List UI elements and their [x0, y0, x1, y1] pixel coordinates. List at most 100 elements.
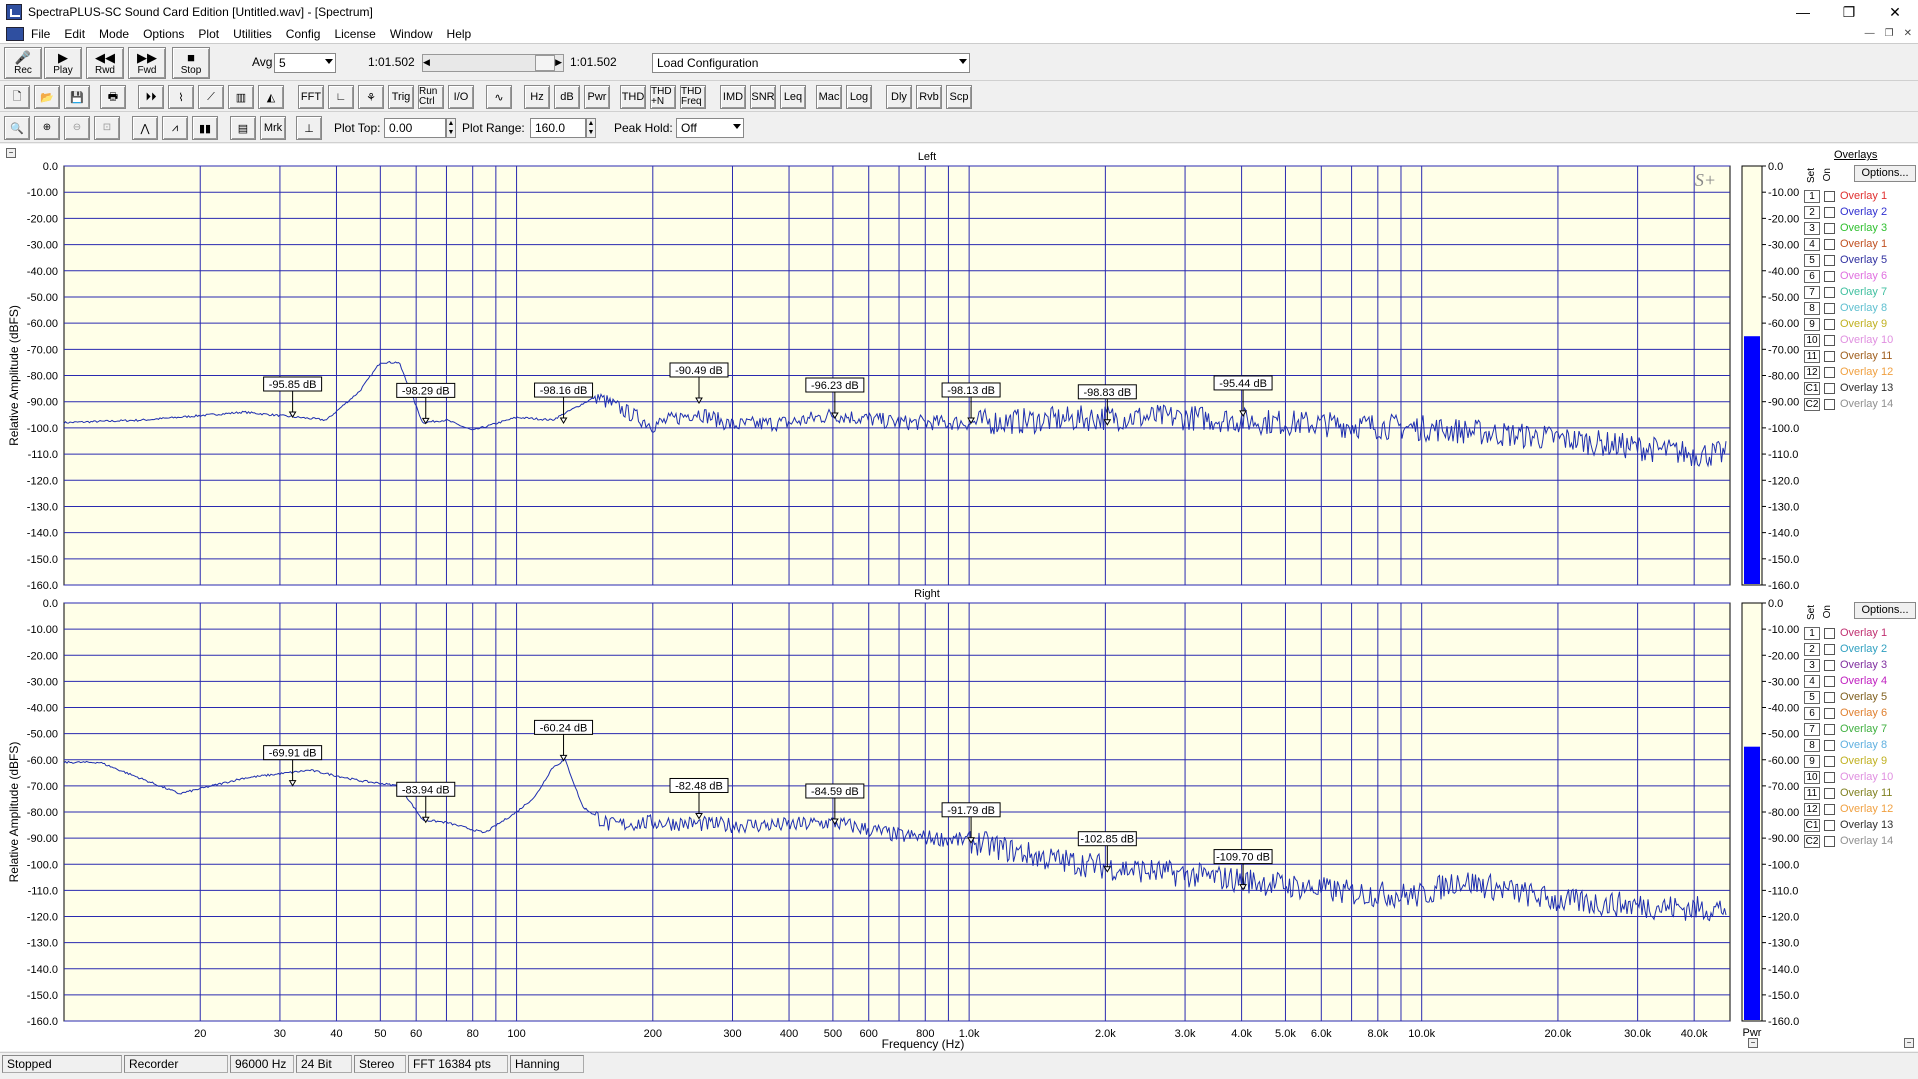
overlay-set-button-9[interactable]: 9 — [1804, 755, 1820, 768]
trig-button[interactable]: Trig — [388, 85, 414, 109]
io-button[interactable]: I/O — [448, 85, 474, 109]
overlay-checkbox[interactable] — [1824, 239, 1835, 250]
overlay-set-button-10[interactable]: 10 — [1804, 771, 1820, 784]
hz-button[interactable]: Hz — [524, 85, 550, 109]
dly-button[interactable]: Dly — [886, 85, 912, 109]
plot-top-input[interactable]: 0.00 — [384, 118, 446, 138]
overlay-checkbox[interactable] — [1824, 724, 1835, 735]
phase-button[interactable]: ⟋ — [198, 85, 224, 109]
overlay-set-button-4[interactable]: 4 — [1804, 675, 1820, 688]
configuration-select[interactable]: Load Configuration — [652, 53, 970, 73]
overlay-set-button-c2[interactable]: C2 — [1804, 398, 1820, 411]
menu-edit[interactable]: Edit — [57, 27, 92, 41]
overlay-set-button-7[interactable]: 7 — [1804, 723, 1820, 736]
menu-help[interactable]: Help — [440, 27, 479, 41]
run-ctrl-button[interactable]: Run Ctrl — [418, 85, 444, 109]
overlay-checkbox[interactable] — [1824, 836, 1835, 847]
open-button[interactable]: 📂 — [34, 85, 60, 109]
cursor-button[interactable]: ⊥ — [296, 116, 322, 140]
overlay-checkbox[interactable] — [1824, 628, 1835, 639]
stop-button[interactable]: ■ Stop — [172, 47, 210, 79]
rwd-button[interactable]: ◀◀ Rwd — [86, 47, 124, 79]
overlay-set-button-7[interactable]: 7 — [1804, 286, 1820, 299]
overlay-checkbox[interactable] — [1824, 271, 1835, 282]
zoom-full-button[interactable]: ⊡ — [94, 116, 120, 140]
menu-options[interactable]: Options — [136, 27, 191, 41]
overlay-checkbox[interactable] — [1824, 303, 1835, 314]
thd-n-button[interactable]: THD +N — [650, 85, 676, 109]
overlay-set-button-8[interactable]: 8 — [1804, 739, 1820, 752]
overlay-set-button-c1[interactable]: C1 — [1804, 382, 1820, 395]
overlay-checkbox[interactable] — [1824, 399, 1835, 410]
peak-hold-select[interactable]: Off — [676, 118, 744, 138]
overlay-checkbox[interactable] — [1824, 692, 1835, 703]
overlay-set-button-c2[interactable]: C2 — [1804, 835, 1820, 848]
overlay-checkbox[interactable] — [1824, 335, 1835, 346]
position-slider[interactable]: ◀ ▶ — [422, 54, 564, 72]
area-plot-button[interactable]: ⩘ — [162, 116, 188, 140]
overlay-checkbox[interactable] — [1824, 191, 1835, 202]
plot-range-stepper[interactable]: ▲ ▼ — [586, 118, 596, 138]
spectrum-plots[interactable]: Left 0.0 -10.00 -20.00 -30.00 -40.00 -50.00 -60… — [0, 144, 1918, 1051]
overlay-checkbox[interactable] — [1824, 820, 1835, 831]
doc-minimize-button[interactable]: — — [1865, 28, 1875, 39]
avg-select[interactable]: 5 — [274, 53, 336, 73]
scale-button[interactable]: ∟ — [328, 85, 354, 109]
overlay-checkbox[interactable] — [1824, 223, 1835, 234]
menu-mode[interactable]: Mode — [92, 27, 136, 41]
overlay-checkbox[interactable] — [1824, 644, 1835, 655]
overlay-checkbox[interactable] — [1824, 351, 1835, 362]
overlay-set-button-3[interactable]: 3 — [1804, 222, 1820, 235]
line-plot-button[interactable]: ⋀ — [132, 116, 158, 140]
snr-button[interactable]: SNR — [750, 85, 776, 109]
zoom-button[interactable]: 🔍 — [4, 116, 30, 140]
save-button[interactable]: 💾 — [64, 85, 90, 109]
fwd-button[interactable]: ▶▶ Fwd — [128, 47, 166, 79]
zoom-in-2x-button[interactable]: ⊕ — [34, 116, 60, 140]
menu-window[interactable]: Window — [383, 27, 440, 41]
overlay-checkbox[interactable] — [1824, 319, 1835, 330]
mac-button[interactable]: Mac — [816, 85, 842, 109]
maximize-button[interactable]: ❐ — [1826, 0, 1872, 24]
overlay-set-button-3[interactable]: 3 — [1804, 659, 1820, 672]
imd-button[interactable]: IMD — [720, 85, 746, 109]
minimize-button[interactable]: — — [1780, 0, 1826, 24]
time-series-button[interactable]: ⏵⏵ — [138, 85, 164, 109]
leq-button[interactable]: Leq — [780, 85, 806, 109]
overlay-checkbox[interactable] — [1824, 788, 1835, 799]
scroll-right-icon[interactable]: ▶ — [555, 57, 562, 68]
menu-file[interactable]: File — [24, 27, 57, 41]
overlay-set-button-1[interactable]: 1 — [1804, 190, 1820, 203]
3d-surface-button[interactable]: ◭ — [258, 85, 284, 109]
overlay-set-button-10[interactable]: 10 — [1804, 334, 1820, 347]
overlay-checkbox[interactable] — [1824, 255, 1835, 266]
table-button[interactable]: ▤ — [230, 116, 256, 140]
overlay-checkbox[interactable] — [1824, 740, 1835, 751]
pwr-button[interactable]: Pwr — [584, 85, 610, 109]
spectrogram-button[interactable]: ▥ — [228, 85, 254, 109]
menu-config[interactable]: Config — [279, 27, 328, 41]
overlay-set-button-4[interactable]: 4 — [1804, 238, 1820, 251]
play-button[interactable]: ▶ Play — [44, 47, 82, 79]
overlay-set-button-11[interactable]: 11 — [1804, 350, 1820, 363]
fft-button[interactable]: FFT — [298, 85, 324, 109]
db-button[interactable]: dB — [554, 85, 580, 109]
overlay-checkbox[interactable] — [1824, 676, 1835, 687]
overlay-checkbox[interactable] — [1824, 207, 1835, 218]
overlay-checkbox[interactable] — [1824, 804, 1835, 815]
collapse-left-icon[interactable]: − — [6, 148, 16, 158]
thd-button[interactable]: THD — [620, 85, 646, 109]
overlay-set-button-6[interactable]: 6 — [1804, 270, 1820, 283]
overlay-options-button[interactable]: Options... — [1854, 602, 1916, 619]
overlay-options-button[interactable]: Options... — [1854, 165, 1916, 182]
panel-toggle-icon[interactable]: − — [1904, 1038, 1914, 1048]
menu-plot[interactable]: Plot — [191, 27, 226, 41]
overlay-checkbox[interactable] — [1824, 660, 1835, 671]
overlay-set-button-c1[interactable]: C1 — [1804, 819, 1820, 832]
mrk-button[interactable]: Mrk — [260, 116, 286, 140]
overlay-checkbox[interactable] — [1824, 708, 1835, 719]
overlay-set-button-2[interactable]: 2 — [1804, 643, 1820, 656]
overlay-checkbox[interactable] — [1824, 287, 1835, 298]
overlay-set-button-2[interactable]: 2 — [1804, 206, 1820, 219]
overlay-set-button-8[interactable]: 8 — [1804, 302, 1820, 315]
